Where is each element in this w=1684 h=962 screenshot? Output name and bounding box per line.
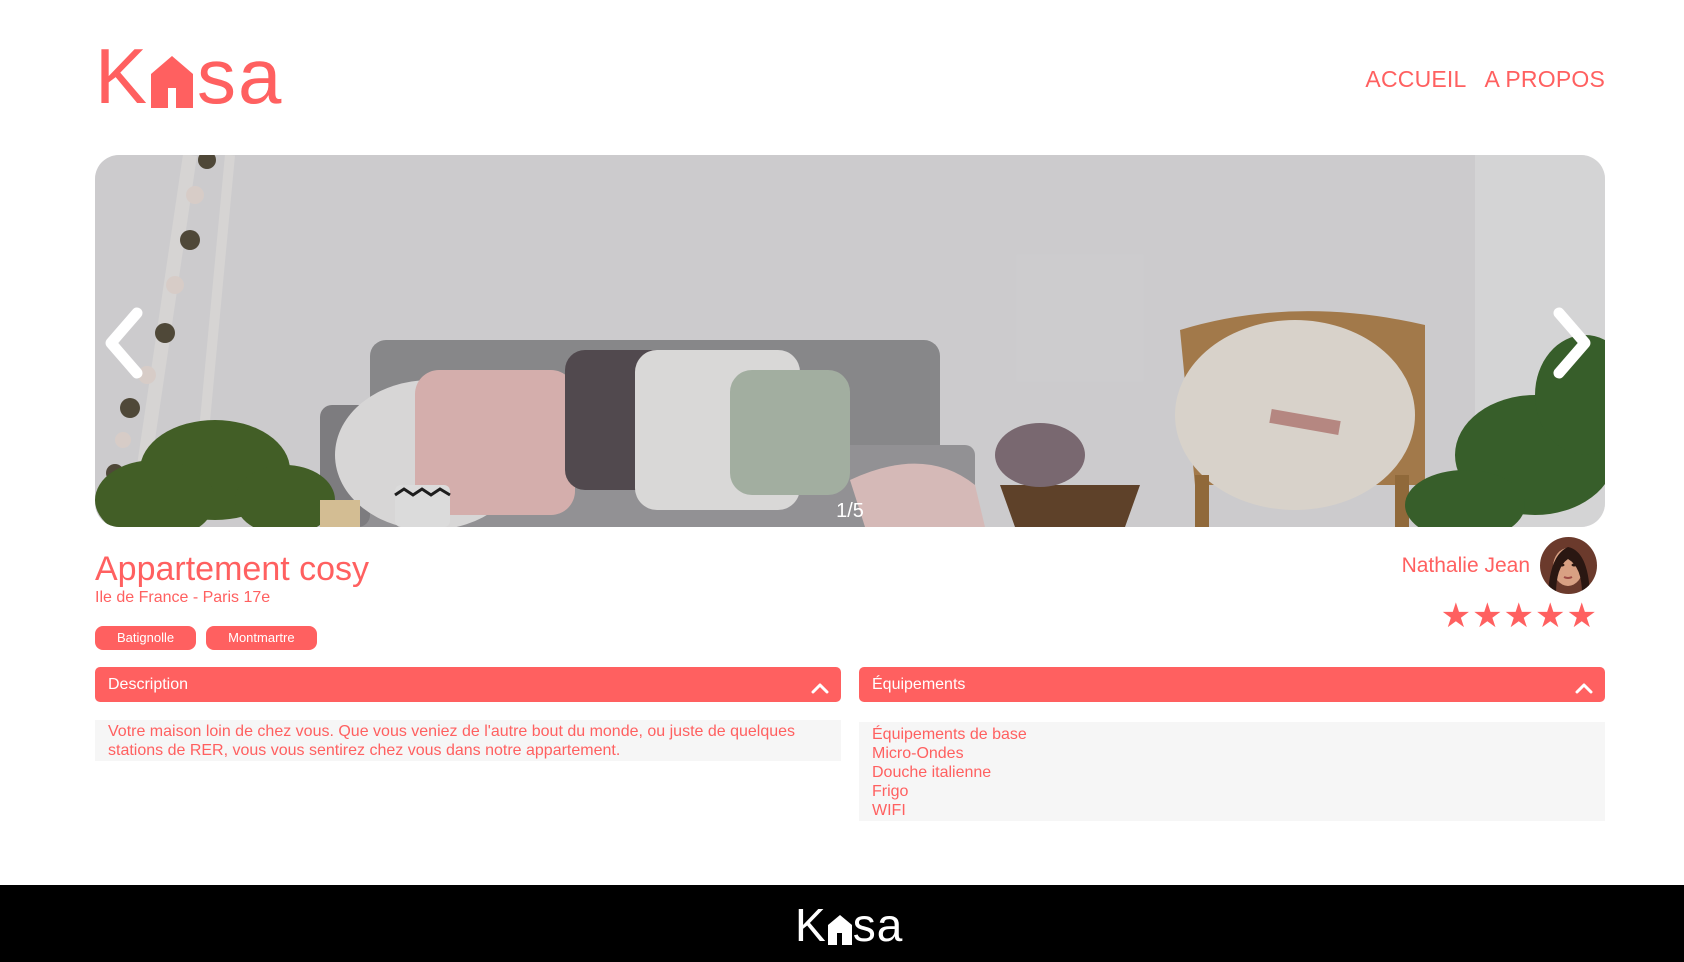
tag-badge: Batignolle bbox=[95, 626, 197, 650]
equipment-item: Douche italienne bbox=[872, 764, 992, 781]
kasa-logo[interactable]: K sa bbox=[95, 32, 284, 120]
description-collapse: Description Votre maison loin de chez vo… bbox=[95, 667, 841, 761]
logo-letter-k: K bbox=[95, 32, 150, 120]
house-icon bbox=[827, 915, 852, 945]
footer-logo: K sa bbox=[795, 899, 904, 951]
star-rating: ★ ★ ★ ★ ★ bbox=[1441, 596, 1597, 636]
star-icon: ★ bbox=[1472, 597, 1503, 635]
main-nav: ACCUEIL A PROPOS bbox=[1365, 66, 1605, 93]
nav-home-link[interactable]: ACCUEIL bbox=[1365, 66, 1466, 93]
equipments-toggle[interactable]: Équipements bbox=[859, 667, 1605, 702]
chevron-left-icon[interactable] bbox=[99, 305, 149, 381]
chevron-up-icon[interactable] bbox=[811, 675, 829, 694]
equipment-item: WIFI bbox=[872, 802, 906, 819]
equipments-title: Équipements bbox=[872, 676, 966, 693]
house-icon bbox=[149, 52, 195, 108]
equipments-body: Équipements de base Micro-Ondes Douche i… bbox=[859, 722, 1605, 821]
listing-title: Appartement cosy bbox=[95, 550, 370, 588]
chevron-right-icon[interactable] bbox=[1547, 305, 1597, 381]
star-icon: ★ bbox=[1503, 597, 1535, 635]
description-text: Votre maison loin de chez vous. Que vous… bbox=[108, 723, 796, 759]
nav-about-link[interactable]: A PROPOS bbox=[1485, 66, 1605, 93]
footer-logo-letters-sa: sa bbox=[852, 899, 904, 951]
description-toggle[interactable]: Description bbox=[95, 667, 841, 702]
photo-carousel: 1/5 bbox=[95, 155, 1605, 527]
logo-letters-sa: sa bbox=[197, 32, 284, 120]
star-icon: ★ bbox=[1440, 597, 1472, 635]
tag-list: Batignolle Montmartre bbox=[95, 626, 317, 650]
equipment-item: Micro-Ondes bbox=[872, 745, 964, 762]
host-name: Nathalie Jean bbox=[1401, 553, 1530, 577]
equipments-collapse: Équipements Équipements de base Micro-On… bbox=[859, 667, 1605, 821]
description-title: Description bbox=[108, 676, 189, 693]
photo-overlay bbox=[95, 155, 1605, 527]
carousel-counter: 1/5 bbox=[836, 500, 864, 522]
site-header: K sa ACCUEIL A PROPOS bbox=[95, 32, 1605, 120]
equipment-item: Frigo bbox=[872, 783, 909, 800]
footer-logo-letter-k: K bbox=[795, 899, 827, 951]
host-info: Nathalie Jean bbox=[1402, 537, 1597, 594]
equipment-item: Équipements de base bbox=[872, 726, 1027, 743]
tag-badge: Montmartre bbox=[206, 626, 317, 650]
description-body: Votre maison loin de chez vous. Que vous… bbox=[95, 720, 841, 761]
site-footer: K sa bbox=[0, 885, 1684, 962]
listing-location: Ile de France - Paris 17e bbox=[95, 589, 271, 606]
star-icon: ★ bbox=[1566, 597, 1597, 635]
star-icon: ★ bbox=[1535, 597, 1566, 635]
host-avatar bbox=[1540, 537, 1597, 594]
chevron-up-icon[interactable] bbox=[1575, 675, 1593, 694]
equipment-list: Équipements de base Micro-Ondes Douche i… bbox=[872, 725, 1595, 820]
